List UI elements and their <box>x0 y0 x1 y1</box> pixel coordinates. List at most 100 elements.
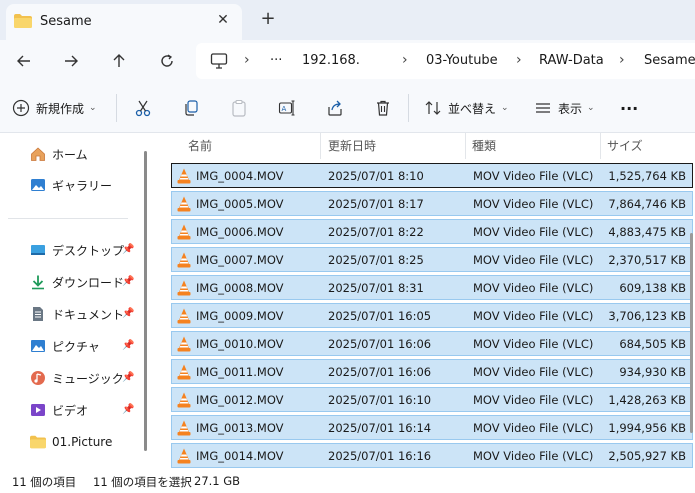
file-name: IMG_0007.MOV <box>196 253 284 267</box>
breadcrumb-03-youtube[interactable]: 03-Youtube <box>426 53 498 68</box>
close-tab-button[interactable]: ✕ <box>214 12 232 28</box>
pin-icon[interactable]: 📌 <box>122 404 134 415</box>
pin-icon[interactable]: 📌 <box>122 276 134 287</box>
new-button[interactable]: 新規作成 ⌄ <box>12 96 97 120</box>
pin-icon[interactable]: 📌 <box>122 340 134 351</box>
sidebar-item-pictures[interactable]: ピクチャ <box>30 335 100 357</box>
breadcrumb-overflow-button[interactable]: ··· <box>270 53 282 68</box>
column-divider[interactable] <box>320 133 321 159</box>
more-options-button[interactable]: ··· <box>620 96 638 120</box>
cut-button[interactable] <box>134 96 152 120</box>
file-row[interactable]: IMG_0014.MOV 2025/07/01 16:16 MOV Video Fi… <box>171 443 693 468</box>
sidebar-scrollbar[interactable] <box>144 151 147 451</box>
file-row[interactable]: IMG_0005.MOV 2025/07/01 8:17 MOV Video Fil… <box>171 191 693 216</box>
file-row[interactable]: IMG_0006.MOV 2025/07/01 8:22 MOV Video Fil… <box>171 219 693 244</box>
rename-button[interactable]: A <box>278 96 296 120</box>
vlc-icon <box>177 308 191 324</box>
file-row[interactable]: IMG_0009.MOV 2025/07/01 16:05 MOV Video Fi… <box>171 303 693 328</box>
file-date: 2025/07/01 16:10 <box>328 393 432 407</box>
file-row[interactable]: IMG_0004.MOV 2025/07/01 8:10 MOV Video Fil… <box>171 163 693 188</box>
breadcrumb-separator[interactable]: › <box>402 52 408 68</box>
address-bar[interactable]: › ··· 192.168. › 03-Youtube › RAW-Data ›… <box>196 43 695 79</box>
pin-icon[interactable]: 📌 <box>122 244 134 255</box>
folder-icon <box>30 435 46 449</box>
file-name: IMG_0012.MOV <box>196 393 284 407</box>
file-row[interactable]: IMG_0012.MOV 2025/07/01 16:10 MOV Video Fi… <box>171 387 693 412</box>
back-arrow-icon <box>17 55 30 67</box>
sidebar-item-desktop[interactable]: デスクトップ <box>30 239 124 261</box>
column-divider[interactable] <box>600 133 601 159</box>
file-date: 2025/07/01 8:22 <box>328 225 424 239</box>
new-tab-button[interactable]: + <box>258 8 278 30</box>
view-button[interactable]: 表示 ⌄ <box>534 96 595 120</box>
navigation-pane: ホーム ギャラリー デスクトップ 📌 ダウンロード 📌 ドキュメント 📌 ピクチ… <box>0 133 160 469</box>
share-button[interactable] <box>326 96 344 120</box>
tab-title: Sesame <box>40 14 92 29</box>
breadcrumb-raw-data[interactable]: RAW-Data <box>539 53 604 68</box>
paste-button[interactable] <box>230 96 248 120</box>
vlc-icon <box>177 448 191 464</box>
column-header-type[interactable]: 種類 <box>472 137 496 154</box>
tab-bar: Sesame ✕ + <box>0 0 695 40</box>
pin-icon[interactable]: 📌 <box>122 372 134 383</box>
breadcrumb-sesame[interactable]: Sesame <box>644 53 695 68</box>
file-date: 2025/07/01 8:17 <box>328 197 424 211</box>
sidebar-item-home[interactable]: ホーム <box>30 143 88 165</box>
vlc-icon <box>177 168 191 184</box>
breadcrumb-separator[interactable]: › <box>619 52 625 68</box>
breadcrumb-192-168[interactable]: 192.168. <box>302 53 360 68</box>
file-size: 934,930 KB <box>619 365 686 379</box>
address-row: › ··· 192.168. › 03-Youtube › RAW-Data ›… <box>0 40 695 82</box>
file-row[interactable]: IMG_0010.MOV 2025/07/01 16:06 MOV Video Fi… <box>171 331 693 356</box>
breadcrumb-separator[interactable]: › <box>516 52 522 68</box>
file-row[interactable]: IMG_0013.MOV 2025/07/01 16:14 MOV Video Fi… <box>171 415 693 440</box>
column-header-name[interactable]: 名前 <box>188 137 212 154</box>
sidebar-item-downloads[interactable]: ダウンロード <box>30 271 124 293</box>
plus-circle-icon <box>12 99 30 117</box>
file-type: MOV Video File (VLC) <box>473 365 594 379</box>
file-date: 2025/07/01 8:10 <box>328 169 424 183</box>
chevron-down-icon: ⌄ <box>501 103 509 113</box>
file-row[interactable]: IMG_0007.MOV 2025/07/01 8:25 MOV Video Fil… <box>171 247 693 272</box>
file-type: MOV Video File (VLC) <box>473 337 594 351</box>
sidebar-item-label: ミュージック <box>52 371 124 386</box>
sidebar-item-label: ビデオ <box>52 403 89 418</box>
copy-button[interactable] <box>182 96 200 120</box>
sidebar-item-label: 01.Picture <box>52 435 113 449</box>
column-header-date[interactable]: 更新日時 <box>328 137 376 154</box>
toolbar-divider <box>116 94 117 122</box>
sidebar-item-music[interactable]: ミュージック <box>30 367 124 389</box>
vlc-icon <box>177 224 191 240</box>
file-date: 2025/07/01 8:25 <box>328 253 424 267</box>
file-type: MOV Video File (VLC) <box>473 197 594 211</box>
column-header-size[interactable]: サイズ <box>607 137 643 154</box>
file-date: 2025/07/01 16:06 <box>328 365 432 379</box>
sort-button[interactable]: 並べ替え ⌄ <box>424 96 509 120</box>
file-row[interactable]: IMG_0008.MOV 2025/07/01 8:31 MOV Video Fil… <box>171 275 693 300</box>
column-divider[interactable] <box>465 133 466 159</box>
vlc-icon <box>177 252 191 268</box>
refresh-button[interactable] <box>153 48 181 74</box>
file-list-scrollbar[interactable] <box>690 233 693 433</box>
sidebar-item-label: ドキュメント <box>52 307 125 322</box>
status-bar: 11 個の項目 11 個の項目を選択 27.1 GB <box>0 469 695 493</box>
sidebar-item-label: ピクチャ <box>52 339 100 354</box>
delete-button[interactable] <box>374 96 392 120</box>
file-size: 2,505,927 KB <box>608 449 686 463</box>
back-button[interactable] <box>10 48 38 74</box>
tab-sesame[interactable]: Sesame ✕ <box>6 4 242 40</box>
sidebar-item-videos[interactable]: ビデオ <box>30 399 88 421</box>
up-button[interactable] <box>105 48 133 74</box>
item-count: 11 個の項目 <box>12 475 77 489</box>
sidebar-item-gallery[interactable]: ギャラリー <box>30 174 112 196</box>
vlc-icon <box>177 392 191 408</box>
file-size: 2,370,517 KB <box>608 253 686 267</box>
sidebar-item-01-picture[interactable]: 01.Picture <box>30 431 112 453</box>
column-header-row: ^ 名前 更新日時 種類 サイズ <box>160 133 695 159</box>
file-size: 7,864,746 KB <box>608 197 686 211</box>
sidebar-item-documents[interactable]: ドキュメント <box>30 303 124 325</box>
pin-icon[interactable]: 📌 <box>122 308 134 319</box>
file-row[interactable]: IMG_0011.MOV 2025/07/01 16:06 MOV Video Fi… <box>171 359 693 384</box>
gallery-icon <box>31 179 45 191</box>
forward-button[interactable] <box>57 48 85 74</box>
